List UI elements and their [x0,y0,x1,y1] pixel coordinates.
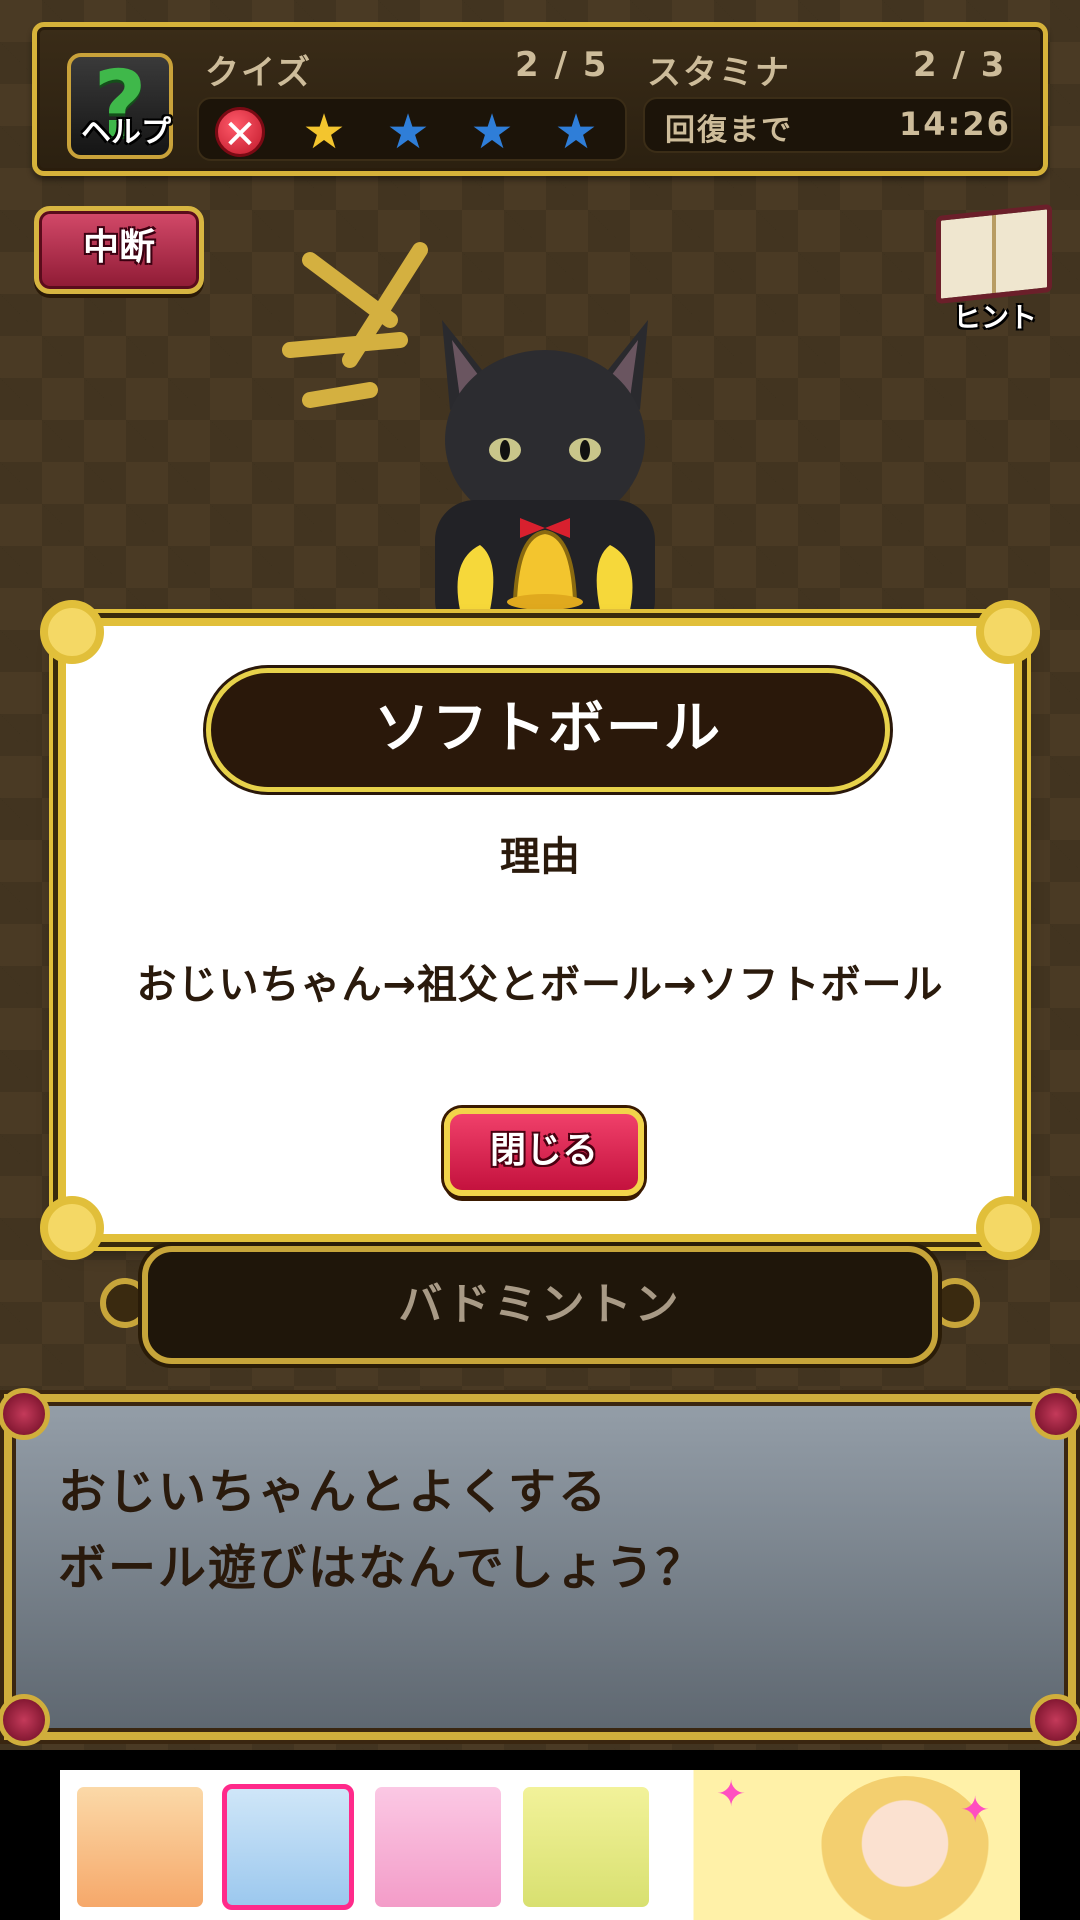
open-book-icon [936,203,1052,305]
question-line-2: ボール遊びはなんでしょう？ [58,1540,706,1596]
answer-modal: ソフトボール 理由 おじいちゃん→祖父とボール→ソフトボール 閉じる [40,600,1040,1260]
ad-thumbnail [222,1784,354,1910]
sparkle-icon: ✦ [960,1790,991,1831]
ornament-icon [1030,1694,1080,1746]
hint-label: ヒント [952,301,1037,334]
quiz-results-panel: ✕ ★ ★ ★ ★ [197,97,627,161]
ornament-icon [976,600,1040,664]
ornament-icon [40,600,104,664]
ornament-icon [1030,1388,1080,1440]
black-cat-character [435,320,655,630]
help-label: ヘルプ [81,115,171,150]
ornament-icon [0,1694,50,1746]
ad-banner[interactable]: ✦ ✦ [60,1770,1020,1920]
ornament-icon [976,1196,1040,1260]
question-line-1: おじいちゃんとよくする [58,1464,609,1520]
x-circle-icon: ✕ [215,107,265,158]
answer-choice-button[interactable]: バドミントン [142,1246,938,1364]
ad-thumbnail [74,1784,206,1910]
star-icon: ★ [554,104,598,160]
recover-label: 回復まで [665,113,793,148]
answer-title: ソフトボール [206,668,890,792]
star-icon: ★ [470,104,514,160]
close-button[interactable]: 閉じる [444,1108,644,1196]
recover-time: 14:26 [899,105,1011,143]
star-icon: ★ [302,104,346,160]
reason-heading: 理由 [500,834,580,880]
quiz-label: クイズ [205,53,312,93]
ornament-icon [40,1196,104,1260]
quiz-progress: 2 / 5 [515,45,609,85]
ornament-icon [0,1388,50,1440]
angry-mark-icon [282,242,428,408]
status-bar: ? ヘルプ クイズ 2 / 5 スタミナ 2 / 3 ✕ ★ ★ ★ ★ 回復ま… [32,22,1048,176]
ad-thumbnail [372,1784,504,1910]
ad-thumbnail [520,1784,652,1910]
star-icon: ★ [386,104,430,160]
pause-button[interactable]: 中断 [34,206,204,294]
stamina-recover-panel: 回復まで 14:26 [643,97,1013,153]
stamina-value: 2 / 3 [913,45,1007,85]
stamina-label: スタミナ [647,53,791,93]
hint-button[interactable]: ヒント [932,203,1058,336]
reason-text: おじいちゃん→祖父とボール→ソフトボール [136,962,944,1008]
help-button[interactable]: ? ヘルプ [67,51,173,159]
sparkle-icon: ✦ [716,1774,747,1815]
question-box: おじいちゃんとよくする ボール遊びはなんでしょう？ [0,1388,1080,1746]
